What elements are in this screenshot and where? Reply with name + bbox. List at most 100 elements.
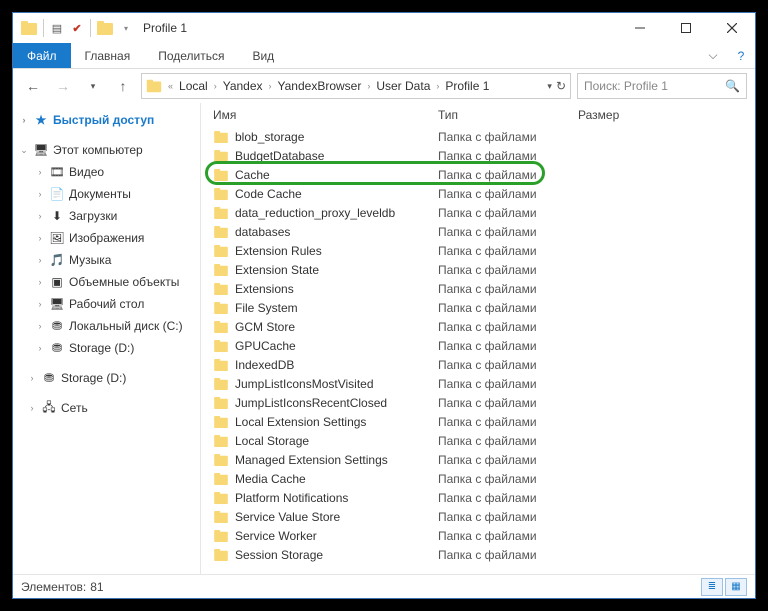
nav-item-icon: 🖼 — [49, 231, 65, 245]
chevron-right-icon[interactable]: › — [35, 321, 45, 331]
column-headers[interactable]: Имя Тип Размер — [201, 103, 755, 127]
table-row[interactable]: IndexedDBПапка с файлами — [201, 355, 755, 374]
table-row[interactable]: BudgetDatabaseПапка с файлами — [201, 146, 755, 165]
crumb[interactable]: Yandex — [223, 79, 263, 93]
chevron-right-icon[interactable]: › — [19, 115, 29, 125]
nav-recent-dropdown[interactable]: ▾ — [81, 74, 105, 98]
table-row[interactable]: Extension RulesПапка с файлами — [201, 241, 755, 260]
status-label: Элементов: — [21, 580, 86, 594]
chevron-right-icon[interactable]: › — [267, 81, 274, 91]
crumb[interactable]: Local — [179, 79, 208, 93]
maximize-button[interactable] — [663, 13, 709, 43]
view-icons-button[interactable]: ▦ — [725, 578, 747, 596]
crumb[interactable]: Profile 1 — [445, 79, 489, 93]
title-bar[interactable]: ▤ ✔ ▾ Profile 1 — [13, 13, 755, 43]
folder-icon — [214, 264, 228, 276]
table-row[interactable]: GPUCacheПапка с файлами — [201, 336, 755, 355]
minimize-button[interactable] — [617, 13, 663, 43]
table-row[interactable]: databasesПапка с файлами — [201, 222, 755, 241]
chevron-right-icon[interactable]: › — [35, 255, 45, 265]
qat-dropdown-icon[interactable]: ▾ — [119, 21, 133, 35]
nav-back-button[interactable]: ← — [21, 74, 45, 98]
tab-view[interactable]: Вид — [238, 43, 288, 68]
table-row[interactable]: Platform NotificationsПапка с файлами — [201, 488, 755, 507]
chevron-right-icon[interactable]: › — [35, 189, 45, 199]
nav-item[interactable]: › 🎵 Музыка — [13, 249, 200, 271]
chevron-right-icon[interactable]: › — [35, 167, 45, 177]
search-icon[interactable]: 🔍 — [725, 79, 740, 93]
view-details-button[interactable]: ≣ — [701, 578, 723, 596]
nav-item[interactable]: › ⛃ Локальный диск (C:) — [13, 315, 200, 337]
table-row[interactable]: Media CacheПапка с файлами — [201, 469, 755, 488]
nav-item-label: Загрузки — [69, 209, 117, 223]
table-row[interactable]: Service Value StoreПапка с файлами — [201, 507, 755, 526]
table-row[interactable]: Service WorkerПапка с файлами — [201, 526, 755, 545]
tab-share[interactable]: Поделиться — [144, 43, 238, 68]
search-placeholder: Поиск: Profile 1 — [584, 79, 668, 93]
nav-item[interactable]: › 🖥 Рабочий стол — [13, 293, 200, 315]
folder-icon — [214, 207, 228, 219]
ribbon-collapse-icon[interactable]: ⌵ — [699, 43, 727, 68]
table-row[interactable]: ExtensionsПапка с файлами — [201, 279, 755, 298]
table-row[interactable]: GCM StoreПапка с файлами — [201, 317, 755, 336]
chevron-right-icon[interactable]: › — [35, 299, 45, 309]
nav-up-button[interactable]: ↑ — [111, 74, 135, 98]
chevron-right-icon[interactable]: › — [35, 277, 45, 287]
table-row[interactable]: data_reduction_proxy_leveldbПапка с файл… — [201, 203, 755, 222]
chevron-right-icon[interactable]: › — [365, 81, 372, 91]
nav-network[interactable]: › 🖧 Сеть — [13, 397, 200, 419]
nav-this-pc[interactable]: ⌄ 🖥 Этот компьютер — [13, 139, 200, 161]
nav-item-label: Рабочий стол — [69, 297, 144, 311]
qat-checkbox-icon[interactable]: ✔ — [70, 21, 84, 35]
nav-item[interactable]: › 📄 Документы — [13, 183, 200, 205]
close-button[interactable] — [709, 13, 755, 43]
chevron-down-icon[interactable]: ⌄ — [19, 145, 29, 156]
column-type[interactable]: Тип — [438, 108, 578, 122]
table-row[interactable]: Local StorageПапка с файлами — [201, 431, 755, 450]
table-row[interactable]: Code CacheПапка с файлами — [201, 184, 755, 203]
crumb-overflow-icon[interactable]: « — [166, 81, 175, 91]
address-bar[interactable]: « Local › Yandex › YandexBrowser › User … — [141, 73, 571, 99]
nav-quick-access[interactable]: › ★ Быстрый доступ — [13, 109, 200, 131]
chevron-right-icon[interactable]: › — [27, 403, 37, 413]
chevron-right-icon[interactable]: › — [434, 81, 441, 91]
table-row[interactable]: JumpListIconsRecentClosedПапка с файлами — [201, 393, 755, 412]
table-row[interactable]: JumpListIconsMostVisitedПапка с файлами — [201, 374, 755, 393]
nav-forward-button[interactable]: → — [51, 74, 75, 98]
table-row[interactable]: blob_storageПапка с файлами — [201, 127, 755, 146]
address-dropdown-icon[interactable]: ▾ — [547, 81, 552, 92]
nav-item[interactable]: › 🎞 Видео — [13, 161, 200, 183]
chevron-right-icon[interactable]: › — [35, 211, 45, 221]
crumb[interactable]: User Data — [376, 79, 430, 93]
table-row[interactable]: CacheПапка с файлами — [201, 165, 755, 184]
qat-folder-icon[interactable] — [97, 21, 113, 35]
file-type: Папка с файлами — [438, 453, 578, 467]
qat-properties-icon[interactable]: ▤ — [50, 21, 64, 35]
search-input[interactable]: Поиск: Profile 1 🔍 — [577, 73, 747, 99]
nav-storage-d[interactable]: › ⛃ Storage (D:) — [13, 367, 200, 389]
chevron-right-icon[interactable]: › — [35, 343, 45, 353]
tab-file[interactable]: Файл — [13, 43, 71, 68]
nav-item[interactable]: › ▣ Объемные объекты — [13, 271, 200, 293]
tab-home[interactable]: Главная — [71, 43, 145, 68]
table-row[interactable]: Managed Extension SettingsПапка с файлам… — [201, 450, 755, 469]
crumb[interactable]: YandexBrowser — [278, 79, 362, 93]
file-type: Папка с файлами — [438, 130, 578, 144]
table-row[interactable]: Local Extension SettingsПапка с файлами — [201, 412, 755, 431]
chevron-right-icon[interactable]: › — [212, 81, 219, 91]
table-row[interactable]: File SystemПапка с файлами — [201, 298, 755, 317]
nav-item[interactable]: › 🖼 Изображения — [13, 227, 200, 249]
file-list[interactable]: blob_storageПапка с файламиBudgetDatabas… — [201, 127, 755, 574]
nav-item[interactable]: › ⬇ Загрузки — [13, 205, 200, 227]
nav-item[interactable]: › ⛃ Storage (D:) — [13, 337, 200, 359]
navigation-pane[interactable]: › ★ Быстрый доступ ⌄ 🖥 Этот компьютер › … — [13, 103, 201, 574]
column-size[interactable]: Размер — [578, 108, 755, 122]
column-name[interactable]: Имя — [213, 108, 438, 122]
chevron-right-icon[interactable]: › — [35, 233, 45, 243]
file-name: IndexedDB — [235, 358, 294, 372]
table-row[interactable]: Extension StateПапка с файлами — [201, 260, 755, 279]
refresh-icon[interactable]: ↻ — [556, 79, 566, 93]
chevron-right-icon[interactable]: › — [27, 373, 37, 383]
table-row[interactable]: Session StorageПапка с файлами — [201, 545, 755, 564]
help-icon[interactable]: ? — [727, 43, 755, 68]
